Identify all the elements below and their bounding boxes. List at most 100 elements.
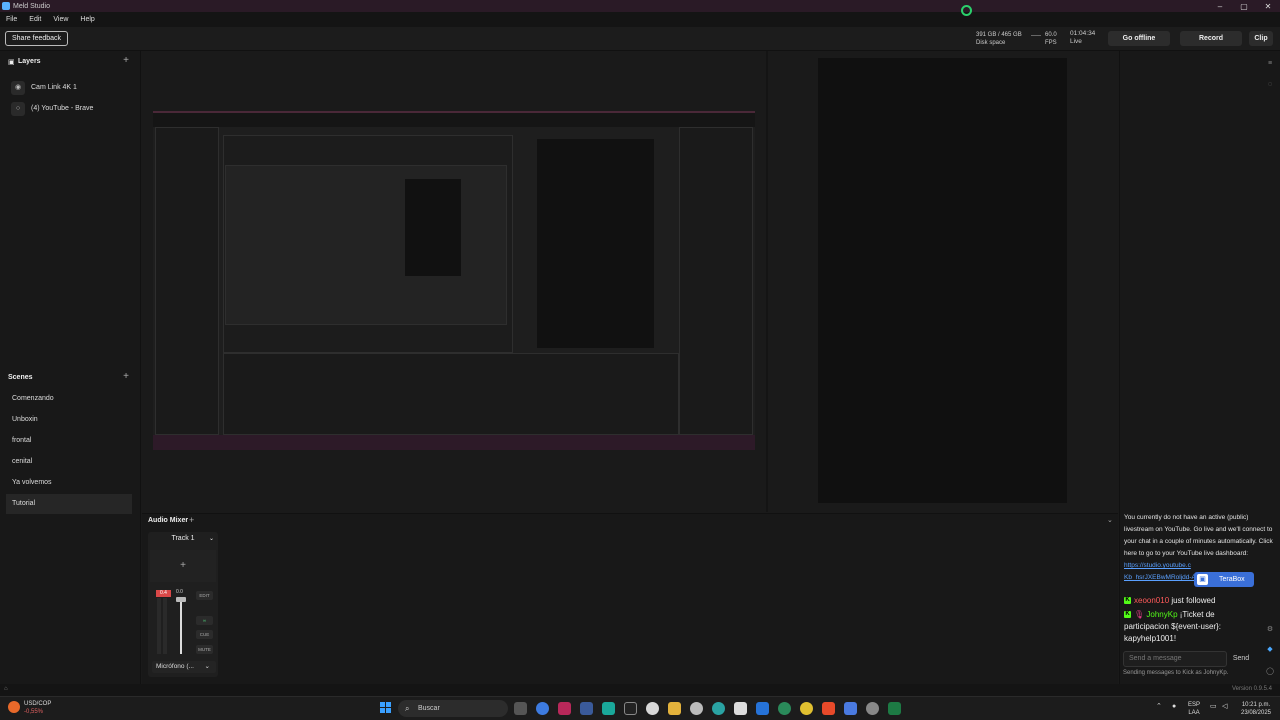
scene-item-active[interactable]: Tutorial [6,494,132,514]
record-button[interactable]: Record [1180,31,1242,46]
app-icon[interactable] [602,702,615,715]
chat-message-input[interactable]: Send a message [1123,651,1227,667]
store-icon[interactable] [734,702,747,715]
send-button[interactable]: Send [1228,651,1254,667]
app-icon[interactable] [646,702,659,715]
scene-item[interactable]: frontal [6,431,132,451]
maximize-icon[interactable]: ▢ [1232,2,1256,11]
file-explorer-icon[interactable] [668,702,681,715]
meld-icon[interactable] [624,702,637,715]
excel-icon[interactable] [888,702,901,715]
mute-button[interactable]: MUTE [196,645,213,654]
volume-icon[interactable]: ◁ [1222,703,1227,711]
youtube-dashboard-link-cont[interactable]: Kb_hsrJXEBwMRoljdd-A [1124,574,1196,581]
chat-message: Kxeoon010 just followed [1124,596,1215,605]
app-icon[interactable] [778,702,791,715]
title-bar: Meld Studio – ▢ ✕ [0,0,1280,12]
nested-portrait [537,139,654,348]
minimize-icon[interactable]: – [1208,2,1232,11]
menu-edit[interactable]: Edit [23,16,47,23]
brave-icon[interactable] [822,702,835,715]
clip-button[interactable]: Clip [1249,31,1273,46]
menu-help[interactable]: Help [74,16,100,23]
chat-footer-note: Sending messages to Kick as JohnyKp. [1123,670,1229,676]
chevron-down-icon[interactable]: ⌄ [1107,516,1113,524]
clock[interactable]: 10:21 p.m. 23/08/2025 [1236,701,1276,717]
input-device-select[interactable]: Micrófono (... ⌄ [152,661,216,673]
outlook-icon[interactable] [756,702,769,715]
layers-title: Layers [18,58,41,65]
menu-view[interactable]: View [47,16,74,23]
chrome-icon[interactable] [800,702,813,715]
chevron-down-icon[interactable]: ⌄ [209,533,214,545]
add-track-icon[interactable]: + [189,515,194,525]
scene-item[interactable]: Comenzando [6,389,132,409]
live-label: Live [1070,38,1082,45]
scene-item[interactable]: cenital [6,452,132,472]
copilot-icon[interactable] [536,702,549,715]
share-feedback-button[interactable]: Share feedback [5,31,69,46]
layer-item[interactable]: ◉ Cam Link 4K 1 [0,79,141,97]
menu-file[interactable]: File [0,16,23,23]
add-filter-button[interactable]: + [150,550,216,582]
terabox-popup[interactable]: ▣ TeraBox [1194,572,1254,587]
landscape-canvas[interactable] [153,111,755,450]
connection-icon: ⌂ [4,686,8,692]
app-icon[interactable] [580,702,593,715]
network-icon[interactable]: ▭ [1210,703,1217,711]
volume-fader-knob[interactable] [176,597,186,602]
nested-canvas [225,165,507,325]
task-view-icon[interactable] [514,702,527,715]
go-offline-button[interactable]: Go offline [1108,31,1170,46]
terabox-label: TeraBox [1219,576,1245,583]
tray-app-icon[interactable]: ● [1172,703,1176,711]
app-icon[interactable] [844,702,857,715]
chat-bubble-icon[interactable]: ◌ [1265,80,1275,90]
list-icon[interactable]: ≡ [1265,59,1275,69]
track-header[interactable]: Track 1 ⌄ [148,533,218,545]
app-icon[interactable] [866,702,879,715]
app-logo-icon [2,2,10,10]
scenes-header: Scenes + [0,370,141,386]
portrait-canvas[interactable] [818,58,1067,503]
level-meter-left [157,598,161,654]
windows-start-icon[interactable] [380,702,392,714]
link-icon[interactable]: ∞ [196,616,213,625]
terabox-icon: ▣ [1197,574,1208,585]
layer-item[interactable]: ○ (4) YouTube - Brave [0,100,141,118]
disk-stat: 391 GB / 465 GB Disk space [976,31,1022,47]
taskbar-search[interactable]: ⌕ Buscar [398,700,508,717]
scene-item[interactable]: Unboxin [6,410,132,430]
disk-label: Disk space [976,40,1006,46]
chevron-up-icon[interactable]: ⌃ [1156,703,1162,711]
settings-icon[interactable]: ⚙ [1265,625,1275,635]
live-stat: 01:04:34 Live [1070,30,1095,46]
language-code: ESP [1188,702,1201,708]
disk-usage-icon [961,5,972,16]
language-indicator[interactable]: ESP LAA [1188,701,1200,717]
steam-icon[interactable] [690,702,703,715]
volume-fader[interactable] [180,598,182,654]
chat-notice-text: You currently do not have an active (pub… [1124,514,1273,557]
search-icon: ⌕ [405,704,410,713]
close-icon[interactable]: ✕ [1256,2,1280,11]
preview-divider[interactable] [766,51,768,512]
add-scene-icon[interactable]: + [123,371,129,382]
edge-icon[interactable] [712,702,725,715]
edit-button[interactable]: EDIT [196,591,213,600]
chat-panel [1119,51,1280,684]
app-icon[interactable] [558,702,571,715]
scene-item[interactable]: Ya volvemos [6,473,132,493]
cue-button[interactable]: CUE [196,630,213,639]
layer-label: Cam Link 4K 1 [31,84,77,91]
input-device-label: Micrófono (... [156,663,194,670]
nested-taskbar [153,435,755,450]
nested-dark-panel [405,179,461,276]
add-layer-icon[interactable]: + [123,55,129,66]
ticker-widget[interactable]: USD/COP -0,55% [8,700,51,716]
user-icon[interactable]: ◯ [1265,667,1275,677]
browser-icon: ○ [11,102,25,116]
level-readout: 0.0 [176,589,183,595]
app-shortcut-icon[interactable]: ◆ [1265,645,1275,655]
youtube-dashboard-link[interactable]: https://studio.youtube.c [1124,562,1191,569]
